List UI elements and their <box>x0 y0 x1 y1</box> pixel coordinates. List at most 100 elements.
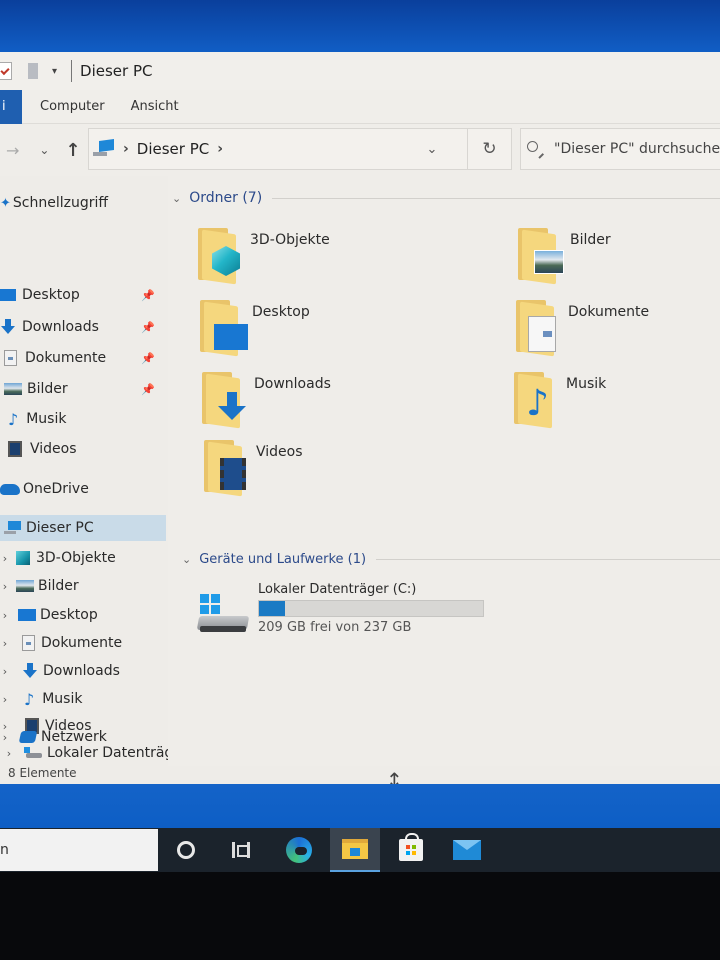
store-icon <box>399 833 423 861</box>
sidebar-item-pictures[interactable]: Bilder 📌 <box>4 376 155 402</box>
sidebar-item-downloads[interactable]: Downloads 📌 <box>0 314 155 340</box>
sidebar-item-label: Bilder <box>38 578 79 594</box>
sidebar-item-label: Dieser PC <box>26 520 94 536</box>
cortana-icon <box>177 841 195 859</box>
pin-icon[interactable]: 📌 <box>141 352 155 365</box>
sidebar-item-label: Dokumente <box>25 350 107 366</box>
up-button[interactable]: ↑ <box>65 140 80 161</box>
drive-label: Lokaler Datenträger (C:) <box>258 582 417 597</box>
folder-tile-pictures[interactable]: Bilder <box>516 228 611 285</box>
sidebar-item-label: Schnellzugriff <box>12 195 109 211</box>
pictures-icon <box>16 580 34 592</box>
tab-file[interactable]: i <box>0 89 22 124</box>
quick-access-toolbar-dropdown-icon[interactable]: ▾ <box>52 66 57 77</box>
music-icon: ♪ <box>8 409 19 429</box>
taskbar-cortana-button[interactable] <box>161 828 211 872</box>
breadcrumb-chevron-icon[interactable]: › <box>217 141 223 157</box>
breadcrumb-this-pc[interactable]: Dieser PC <box>137 140 209 158</box>
folder-label: Desktop <box>252 304 310 320</box>
sidebar-item-this-pc[interactable]: Dieser PC <box>0 515 166 541</box>
address-bar[interactable]: › Dieser PC › ⌄ ↻ <box>88 128 512 170</box>
taskbar-file-explorer-button[interactable] <box>330 828 380 872</box>
3d-objects-folder-icon <box>196 228 246 285</box>
taskbar-mail-button[interactable] <box>442 828 492 872</box>
tab-view[interactable]: Ansicht <box>131 99 179 114</box>
forward-button[interactable]: → <box>6 141 19 160</box>
sidebar-item-label: Desktop <box>40 607 98 623</box>
sidebar-item-onedrive[interactable]: OneDrive <box>0 476 89 502</box>
pin-icon[interactable]: 📌 <box>141 383 155 396</box>
sidebar-item-label: Downloads <box>43 663 120 679</box>
sidebar-item-documents[interactable]: Dokumente 📌 <box>4 345 155 371</box>
sidebar-item-label: Musik <box>42 691 83 707</box>
sidebar-item-3d-objects[interactable]: › 3D-Objekte <box>0 545 116 571</box>
desktop-background-bottom <box>0 784 720 828</box>
address-dropdown-icon[interactable]: ⌄ <box>419 129 445 169</box>
search-icon <box>527 141 544 158</box>
expand-chevron-icon[interactable]: › <box>0 693 10 706</box>
title-separator <box>71 60 73 82</box>
taskbar-store-button[interactable] <box>386 828 436 872</box>
sidebar-item-desktop[interactable]: Desktop 📌 <box>0 282 155 308</box>
expand-chevron-icon[interactable]: › <box>0 552 10 565</box>
expand-chevron-icon[interactable]: › <box>0 731 10 744</box>
onedrive-cloud-icon <box>0 483 20 495</box>
pin-icon[interactable]: 📌 <box>141 321 155 334</box>
sidebar-item-label: 3D-Objekte <box>36 550 116 566</box>
folder-tile-videos[interactable]: Videos <box>202 440 303 497</box>
sidebar-item-label: Netzwerk <box>41 729 107 745</box>
taskbar-task-view-button[interactable] <box>216 828 266 872</box>
navigation-bar: → ⌄ ↑ › Dieser PC › ⌄ ↻ "Dieser PC" durc… <box>0 124 720 176</box>
search-input[interactable]: "Dieser PC" durchsuchen <box>520 128 720 170</box>
star-icon: ✦ <box>0 195 11 211</box>
folder-tile-music[interactable]: ♪ Musik <box>512 372 606 429</box>
this-pc-icon <box>93 138 115 158</box>
taskbar: n <box>0 828 720 872</box>
title-bar: ▾ Dieser PC <box>0 52 720 90</box>
expand-chevron-icon[interactable]: › <box>0 637 10 650</box>
sidebar-item-desktop-pc[interactable]: › Desktop <box>0 602 98 628</box>
sidebar-item-pictures-pc[interactable]: › Bilder <box>0 573 79 599</box>
folder-label: Downloads <box>254 376 331 392</box>
desktop-background-top <box>0 0 720 56</box>
sidebar-item-documents-pc[interactable]: › Dokumente <box>0 630 122 656</box>
group-divider <box>376 559 720 560</box>
folder-tile-3d-objects[interactable]: 3D-Objekte <box>196 228 330 285</box>
new-folder-icon[interactable] <box>28 63 38 79</box>
breadcrumb-chevron-icon[interactable]: › <box>123 141 129 157</box>
edge-icon <box>286 837 312 863</box>
sidebar-item-music-pc[interactable]: › ♪ Musik <box>0 686 83 712</box>
folder-label: Dokumente <box>568 304 650 320</box>
folder-tile-downloads[interactable]: Downloads <box>200 372 331 429</box>
sidebar-item-videos[interactable]: Videos <box>8 436 77 462</box>
drive-tile-c[interactable]: Lokaler Datenträger (C:) 209 GB frei von… <box>196 582 484 638</box>
group-header-folders[interactable]: ⌄ Ordner (7) <box>172 190 720 206</box>
recent-locations-button[interactable]: ⌄ <box>39 143 49 157</box>
collapse-chevron-icon[interactable]: ⌄ <box>172 192 181 205</box>
tab-computer[interactable]: Computer <box>40 99 105 114</box>
refresh-icon[interactable]: ↻ <box>467 129 511 169</box>
sidebar-item-quick-access[interactable]: ✦ Schnellzugriff <box>0 190 108 216</box>
music-icon: ♪ <box>24 689 35 709</box>
expand-chevron-icon[interactable]: › <box>0 665 10 678</box>
file-explorer-icon <box>342 839 368 859</box>
sidebar-item-music[interactable]: ♪ Musik <box>8 406 66 432</box>
documents-folder-icon <box>514 300 564 357</box>
pictures-icon <box>4 383 22 395</box>
sidebar-item-downloads-pc[interactable]: › Downloads <box>0 658 120 684</box>
expand-chevron-icon[interactable]: › <box>0 609 10 622</box>
pin-icon[interactable]: 📌 <box>141 289 155 302</box>
expand-chevron-icon[interactable]: › <box>0 580 10 593</box>
taskbar-edge-button[interactable] <box>274 828 324 872</box>
group-label: Ordner (7) <box>189 190 263 206</box>
folder-tile-documents[interactable]: Dokumente <box>514 300 650 357</box>
taskbar-search-box[interactable]: n <box>0 829 158 871</box>
folder-tile-desktop[interactable]: Desktop <box>198 300 310 357</box>
sidebar-item-network[interactable]: › Netzwerk <box>0 724 107 750</box>
network-icon <box>18 731 38 743</box>
collapse-chevron-icon[interactable]: ⌄ <box>182 553 191 566</box>
properties-icon[interactable] <box>0 62 12 80</box>
group-label: Geräte und Laufwerke (1) <box>199 552 367 567</box>
sidebar-item-label: Bilder <box>27 381 68 397</box>
group-header-devices[interactable]: ⌄ Geräte und Laufwerke (1) <box>182 552 720 567</box>
